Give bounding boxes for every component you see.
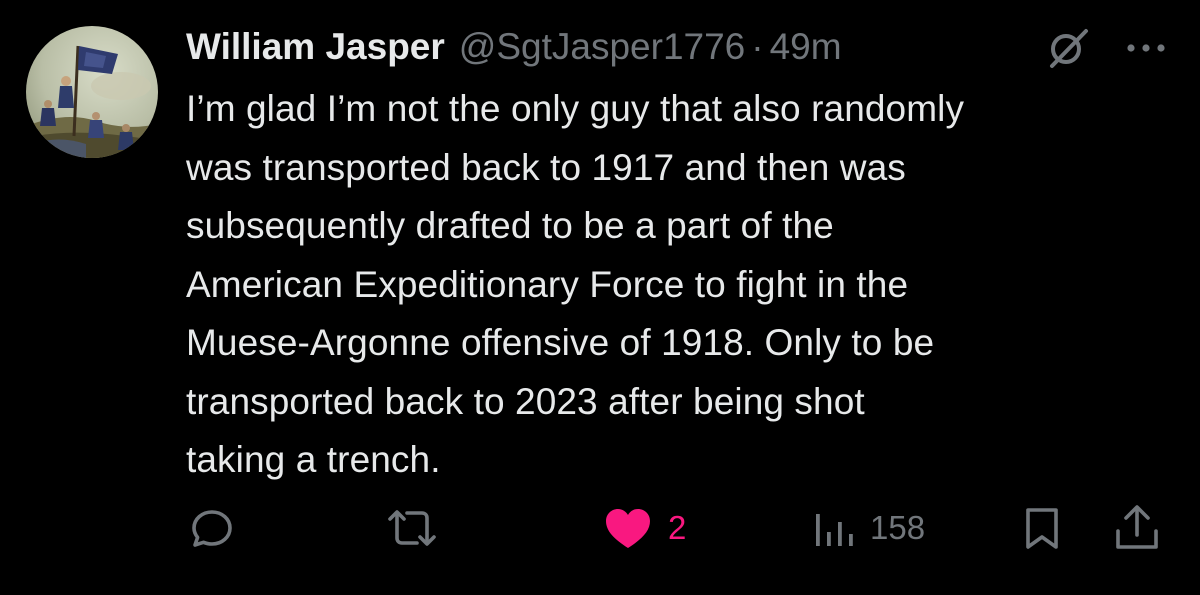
tweet[interactable]: William Jasper @SgtJasper1776 · 49m I’m … <box>0 0 1200 595</box>
views-icon <box>816 514 853 546</box>
views-button[interactable]: 158 <box>812 500 925 556</box>
retweet-icon <box>388 510 436 546</box>
tweet-text-line: Muese-Argonne offensive of 1918. Only to… <box>186 322 935 363</box>
share-icon <box>1116 505 1158 549</box>
tweet-header: William Jasper @SgtJasper1776 · 49m <box>186 22 842 72</box>
bookmark-button[interactable] <box>1022 500 1062 556</box>
grok-icon[interactable] <box>1040 22 1096 74</box>
tweet-text-line: taking a trench. <box>186 439 441 480</box>
retweet-button[interactable] <box>384 500 440 556</box>
more-icon[interactable] <box>1118 22 1174 74</box>
tweet-text: I’m glad I’m not the only guy that also … <box>186 80 1176 490</box>
display-name[interactable]: William Jasper <box>186 26 445 68</box>
bookmark-icon <box>1026 508 1058 549</box>
views-count: 158 <box>870 509 926 546</box>
reply-button[interactable] <box>188 500 236 556</box>
like-count: 2 <box>668 509 687 546</box>
tweet-text-line: I’m glad I’m not the only guy that also … <box>186 88 965 129</box>
separator-dot: · <box>751 26 764 67</box>
user-handle[interactable]: @SgtJasper1776 <box>459 26 745 68</box>
tweet-text-line: was transported back to 1917 and then wa… <box>186 146 906 188</box>
reply-icon <box>192 510 232 547</box>
action-bar: 2 158 <box>0 500 1200 556</box>
timestamp[interactable]: 49m <box>770 26 842 68</box>
tweet-text-line: subsequently drafted to be a part of the <box>186 205 834 246</box>
like-button[interactable]: 2 <box>602 500 686 556</box>
heart-icon <box>606 509 650 548</box>
tweet-text-line: transported back to 2023 after being sho… <box>186 380 865 422</box>
tweet-text-line: American Expeditionary Force to fight in… <box>186 263 909 305</box>
share-button[interactable] <box>1112 500 1162 556</box>
avatar[interactable] <box>26 26 158 158</box>
